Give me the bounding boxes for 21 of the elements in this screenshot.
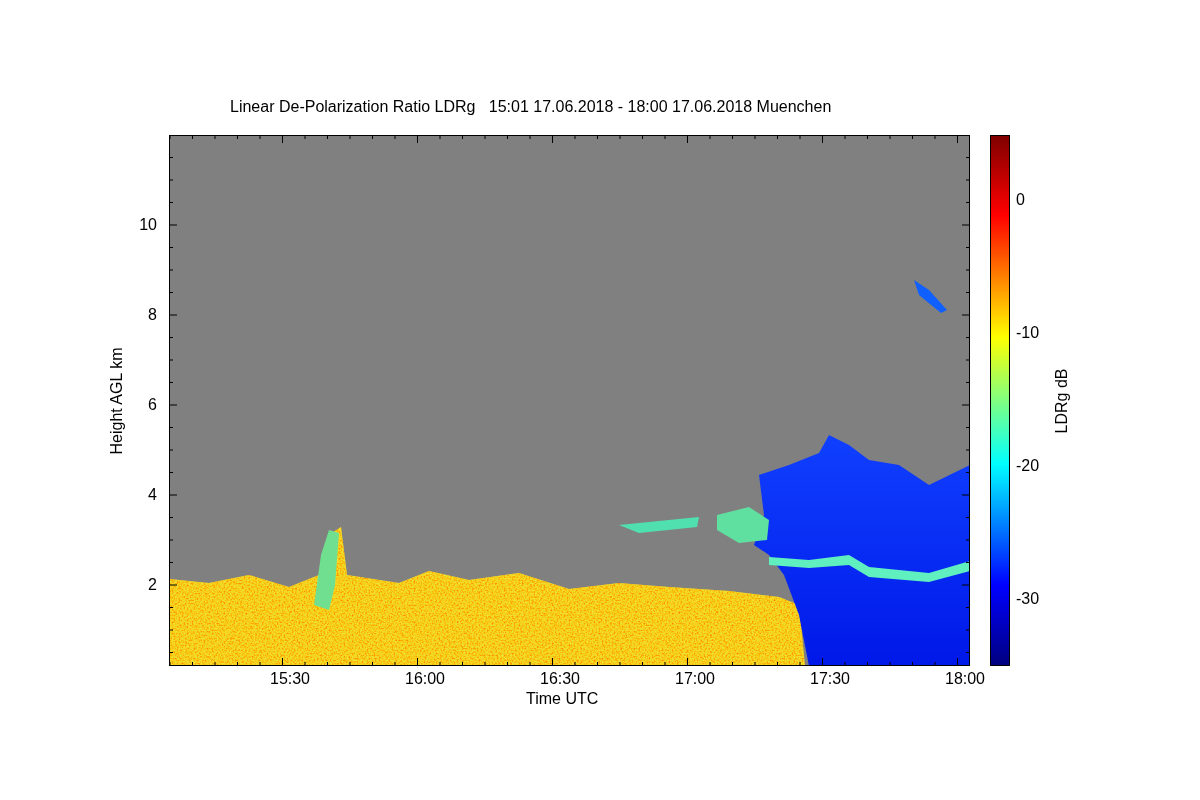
chart-title: Linear De-Polarization Ratio LDRg 15:01 17.06.2018 - 18:00 17.06.2018 Muenchen <box>230 98 832 117</box>
y-tick-label: 10 <box>139 216 157 234</box>
x-tick-label: 17:00 <box>675 670 715 688</box>
colorbar-tick-label: -10 <box>1016 324 1040 342</box>
cirrus-patch <box>914 280 947 313</box>
y-axis-label: Height AGL km <box>107 347 125 454</box>
x-axis-label: Time UTC <box>526 690 599 708</box>
x-tick-label: 15:30 <box>270 670 310 688</box>
y-tick-label: 6 <box>148 396 157 414</box>
colorbar-label: LDRg dB <box>1053 368 1071 433</box>
x-tick-label: 18:00 <box>945 670 985 688</box>
y-tick-label: 8 <box>148 306 157 324</box>
colorbar-tick-label: -20 <box>1016 457 1040 475</box>
colorbar-tick-label: -30 <box>1016 590 1040 608</box>
x-tick-label: 16:30 <box>540 670 580 688</box>
y-tick-label: 4 <box>148 486 157 504</box>
cloud-patch <box>717 507 769 543</box>
y-tick-label: 2 <box>148 576 157 594</box>
x-tick-label: 17:30 <box>810 670 850 688</box>
x-tick-label: 16:00 <box>405 670 445 688</box>
colorbar-tick-label: 0 <box>1016 191 1025 209</box>
